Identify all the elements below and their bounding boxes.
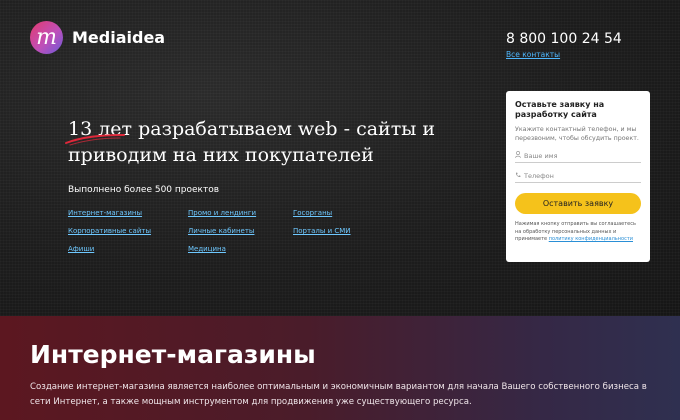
section-text: Создание интернет-магазина является наиб… — [30, 382, 647, 407]
user-icon — [515, 151, 524, 160]
phone-number[interactable]: 8 800 100 24 54 — [506, 31, 622, 47]
submit-request-button[interactable]: Оставить заявку — [515, 193, 641, 214]
legal-notice: Нажимая кнопку отправить вы соглашаетесь… — [515, 221, 641, 244]
privacy-policy-link[interactable]: политику конфиденциальности — [549, 236, 633, 242]
name-field[interactable]: Ваше имя — [515, 149, 641, 163]
category-link-corporate[interactable]: Корпоративные сайты — [68, 227, 151, 235]
category-link-posters[interactable]: Афиши — [68, 245, 94, 253]
headline-accent: 13 лет — [65, 118, 138, 146]
headline-line2: приводим на них покупателей — [68, 144, 374, 166]
contacts-link[interactable]: Все контакты — [506, 50, 560, 59]
category-link-personal-accounts[interactable]: Личные кабинеты — [188, 227, 254, 235]
brand-name: Mediaidea — [72, 28, 166, 47]
projects-count: Выполнено более 500 проектов — [68, 185, 220, 195]
form-description: Укажите контактный телефон, и мы перезво… — [515, 126, 639, 142]
form-title: Оставьте заявку на разработку сайта — [515, 100, 605, 119]
logo[interactable]: m Mediaidea — [30, 21, 165, 54]
name-placeholder: Ваше имя — [524, 151, 558, 160]
phone-icon — [515, 172, 524, 180]
category-link-ecommerce[interactable]: Интернет-магазины — [68, 209, 142, 217]
phone-placeholder: Телефон — [524, 171, 554, 180]
logo-icon: m — [30, 21, 63, 54]
phone-field[interactable]: Телефон — [515, 169, 641, 183]
hero-headline: 13 лет разрабатываем web - сайты и приво… — [65, 116, 468, 168]
headline-line1: разрабатываем web - сайты и — [138, 118, 436, 140]
category-link-promo[interactable]: Промо и лендинги — [188, 209, 256, 217]
category-links: Интернет-магазины Промо и лендинги Госор… — [68, 209, 388, 259]
category-link-portals[interactable]: Порталы и СМИ — [293, 227, 351, 235]
red-underline-icon — [65, 134, 125, 146]
section-title: Интернет-магазины — [30, 340, 316, 369]
category-link-medicine[interactable]: Медицина — [188, 245, 226, 253]
category-link-government[interactable]: Госорганы — [293, 209, 332, 217]
request-form: Оставьте заявку на разработку сайта Укаж… — [506, 91, 650, 262]
